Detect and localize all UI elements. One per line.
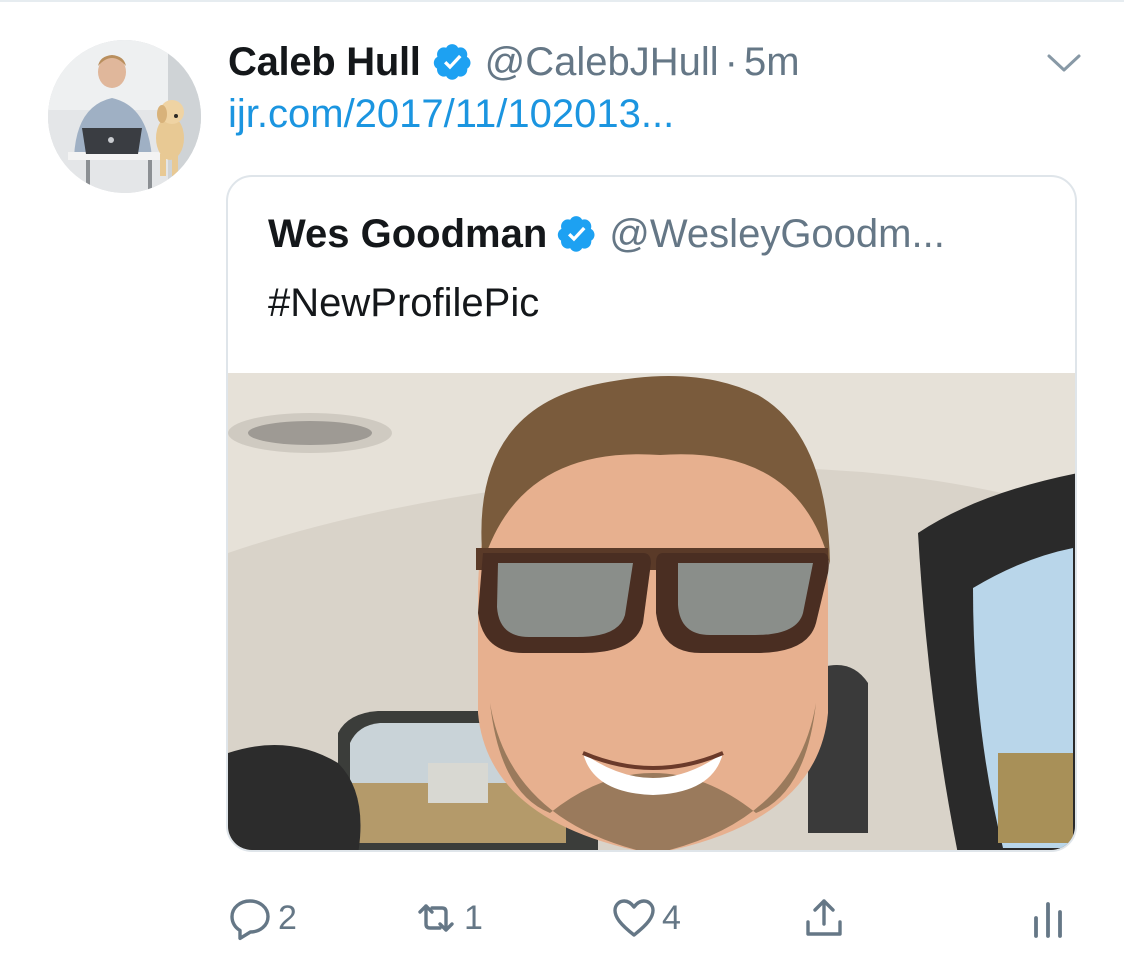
verified-badge-icon — [433, 42, 473, 82]
tweet-header: Caleb Hull @CalebJHull · 5m — [228, 36, 800, 88]
tweet-action-bar: 2 1 4 — [0, 888, 1124, 948]
author-handle[interactable]: @CalebJHull — [485, 40, 719, 85]
retweet-icon — [418, 904, 454, 932]
tweet-timestamp[interactable]: 5m — [744, 40, 800, 85]
reply-icon — [230, 899, 270, 941]
quoted-tweet-card[interactable]: Wes Goodman @WesleyGoodm... #NewProfileP… — [226, 175, 1077, 852]
separator-dot: · — [724, 39, 738, 84]
like-count: 4 — [662, 898, 681, 937]
retweet-count: 1 — [464, 898, 483, 937]
verified-badge-icon — [557, 214, 597, 254]
chevron-down-icon[interactable] — [1046, 50, 1082, 76]
share-icon — [806, 899, 842, 936]
avatar-image — [48, 40, 201, 193]
author-name[interactable]: Caleb Hull — [228, 40, 421, 85]
heart-icon — [613, 899, 655, 937]
analytics-button[interactable] — [1024, 888, 1072, 948]
analytics-icon — [1034, 902, 1062, 938]
reply-count: 2 — [278, 898, 297, 937]
quoted-author-handle: @WesleyGoodm... — [609, 211, 945, 256]
author-avatar[interactable] — [48, 40, 201, 193]
share-button[interactable] — [800, 888, 848, 948]
retweet-button[interactable]: 1 — [412, 888, 483, 948]
quoted-tweet-text: #NewProfilePic — [268, 281, 540, 325]
tweet-link[interactable]: ijr.com/2017/11/102013... — [228, 92, 674, 137]
quoted-tweet-photo[interactable] — [228, 373, 1075, 850]
top-divider — [0, 0, 1124, 2]
like-button[interactable]: 4 — [610, 888, 681, 948]
selfie-photo — [228, 373, 1075, 850]
reply-button[interactable]: 2 — [226, 888, 297, 948]
quoted-tweet-header: Wes Goodman @WesleyGoodm... — [268, 209, 945, 259]
quoted-author-name: Wes Goodman — [268, 211, 548, 256]
